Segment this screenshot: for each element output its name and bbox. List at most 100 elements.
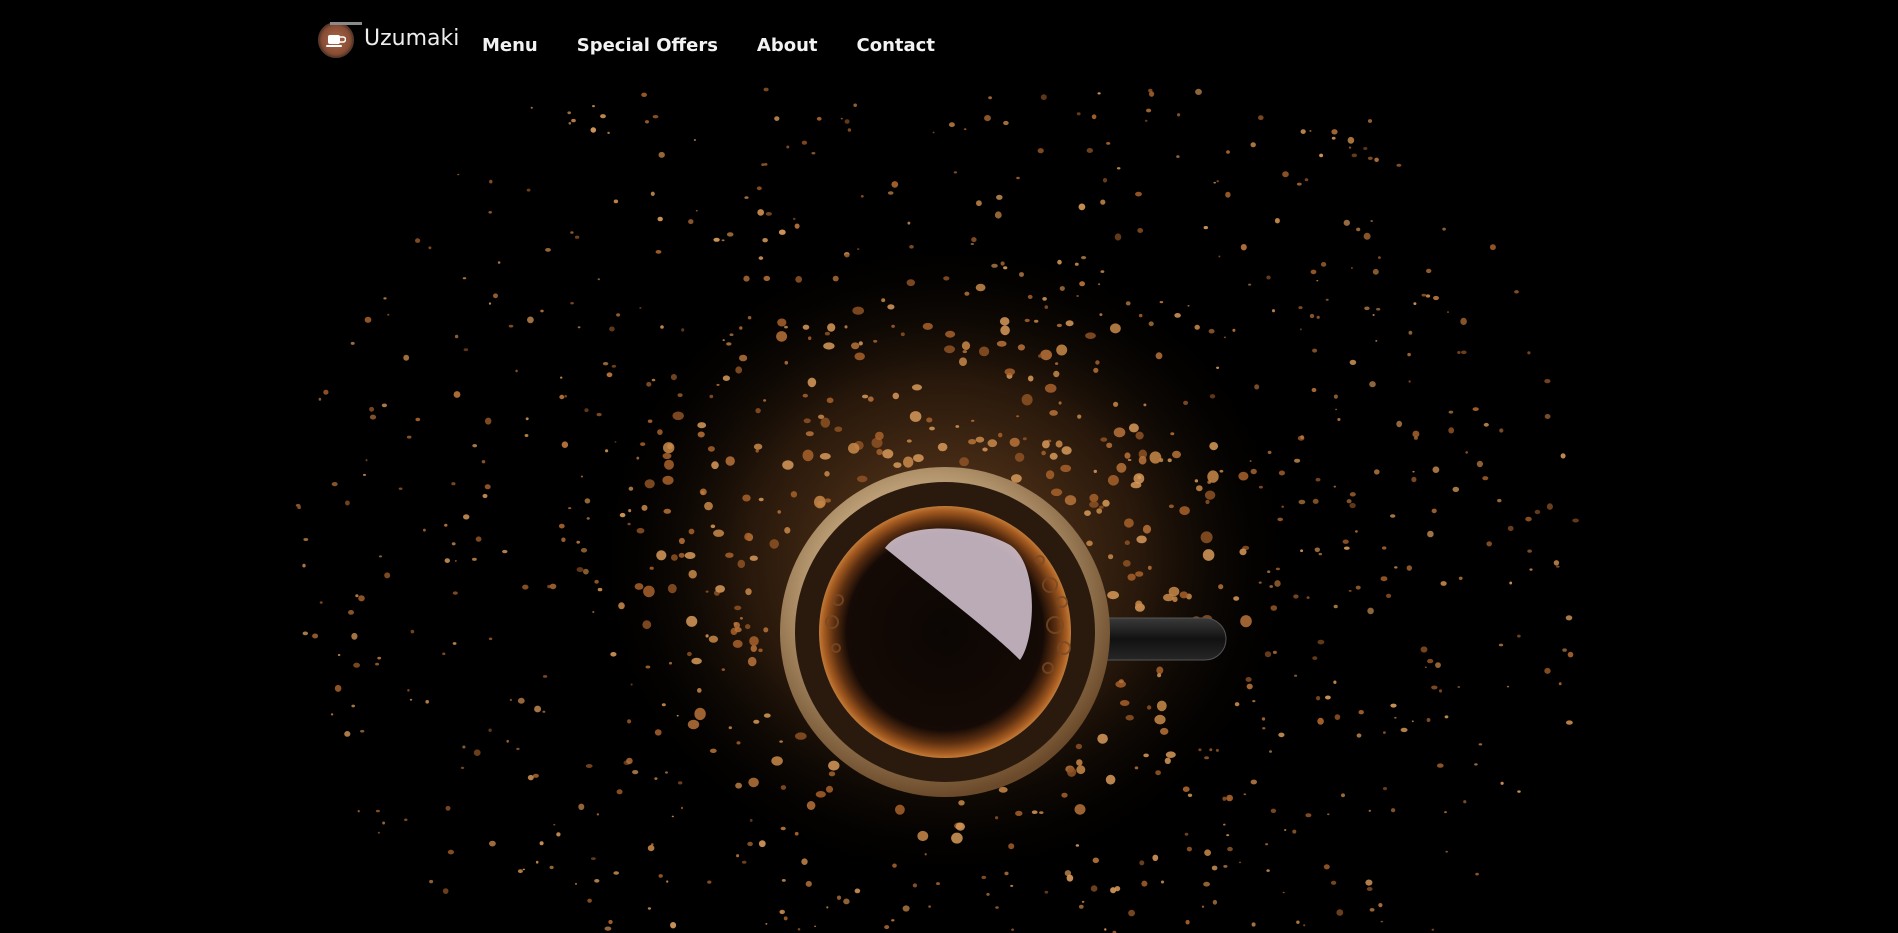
coffee-ground <box>1498 643 1504 647</box>
coffee-ground <box>1066 874 1074 882</box>
coffee-ground <box>1204 490 1216 500</box>
brand-name: Uzumaki <box>364 25 460 51</box>
coffee-ground <box>750 645 757 652</box>
nav-contact-link[interactable]: Contact <box>857 35 935 56</box>
coffee-ground <box>710 524 716 529</box>
coffee-ground <box>994 211 1002 219</box>
coffee-ground <box>936 882 940 886</box>
coffee-ground <box>658 151 665 158</box>
coffee-ground <box>774 116 780 121</box>
coffee-ground <box>369 414 377 420</box>
coffee-ground <box>1376 307 1381 311</box>
coffee-ground <box>887 304 895 310</box>
coffee-ground <box>473 749 481 756</box>
coffee-ground <box>695 210 698 212</box>
coffee-ground <box>1027 375 1034 382</box>
coffee-ground <box>1135 191 1142 197</box>
coffee-ground <box>574 235 580 239</box>
coffee-ground <box>493 293 498 299</box>
coffee-ground <box>784 360 789 365</box>
coffee-ground <box>677 393 683 397</box>
coffee-ground <box>1226 834 1230 837</box>
coffee-ground <box>636 527 645 534</box>
coffee-ground <box>484 484 491 490</box>
coffee-ground <box>1074 804 1086 815</box>
coffee-ground <box>725 552 734 558</box>
coffee-ground <box>1124 452 1131 459</box>
coffee-ground <box>1483 422 1489 427</box>
coffee-ground <box>1372 314 1375 316</box>
coffee-ground <box>1316 315 1320 319</box>
coffee-ground <box>778 229 786 235</box>
coffee-ground <box>1267 450 1272 455</box>
coffee-ground <box>875 431 884 441</box>
coffee-ground <box>463 348 469 352</box>
coffee-ground <box>1544 667 1551 674</box>
coffee-ground <box>1298 499 1306 505</box>
coffee-ground <box>1432 466 1440 474</box>
coffee-ground <box>1272 650 1277 655</box>
coffee-ground <box>1411 720 1414 723</box>
coffee-ground <box>539 841 544 846</box>
coffee-ground <box>922 322 933 330</box>
coffee-ground <box>1390 514 1396 518</box>
coffee-ground <box>1128 423 1139 433</box>
nav-menu-link[interactable]: Menu <box>482 35 538 56</box>
hero-coffee-image <box>0 0 1898 933</box>
coffee-ground <box>820 417 831 428</box>
coffee-ground <box>756 186 762 191</box>
coffee-ground <box>824 498 832 503</box>
coffee-ground <box>1560 453 1566 459</box>
coffee-ground <box>643 585 655 598</box>
coffee-ground <box>676 714 679 717</box>
coffee-ground <box>1372 268 1379 275</box>
coffee-ground <box>988 96 992 100</box>
coffee-ground <box>1022 437 1027 441</box>
coffee-ground <box>779 740 783 743</box>
brand-link[interactable]: Uzumaki <box>318 22 459 58</box>
nav-about-link[interactable]: About <box>757 35 818 56</box>
coffee-ground <box>454 560 457 562</box>
coffee-ground <box>1553 560 1560 566</box>
coffee-ground <box>1016 415 1020 418</box>
coffee-ground <box>1000 325 1010 336</box>
coffee-ground <box>319 601 323 604</box>
coffee-ground <box>1386 593 1392 599</box>
coffee-ground <box>663 442 675 454</box>
coffee-ground <box>398 487 403 490</box>
coffee-ground <box>805 880 812 887</box>
coffee-ground <box>1106 442 1113 448</box>
coffee-ground <box>1049 452 1058 460</box>
coffee-ground <box>1269 750 1272 753</box>
coffee-ground <box>1383 787 1387 791</box>
coffee-ground <box>1124 518 1134 528</box>
coffee-ground <box>472 444 478 448</box>
coffee-ground <box>568 122 572 125</box>
coffee-ground <box>1567 651 1574 658</box>
coffee-ground <box>1444 715 1449 719</box>
coffee-ground <box>862 394 869 399</box>
coffee-ground <box>1562 648 1567 652</box>
coffee-ground <box>937 442 948 452</box>
coffee-ground <box>823 342 835 350</box>
coffee-ground <box>1147 565 1152 570</box>
coffee-ground <box>485 417 492 425</box>
coffee-ground <box>1102 178 1108 183</box>
coffee-ground <box>1529 568 1533 571</box>
coffee-ground <box>1017 344 1025 351</box>
coffee-ground <box>1300 549 1304 552</box>
coffee-ground <box>1201 905 1205 908</box>
coffee-ground <box>1249 460 1252 462</box>
coffee-ground <box>1139 860 1145 866</box>
coffee-ground <box>1431 508 1437 514</box>
coffee-ground <box>1056 344 1068 356</box>
coffee-ground <box>747 841 753 847</box>
coffee-ground <box>834 426 843 432</box>
coffee-ground <box>955 425 960 428</box>
coffee-ground <box>744 196 749 199</box>
coffee-ground <box>1472 407 1479 411</box>
coffee-ground <box>619 512 626 518</box>
coffee-ground <box>632 770 639 775</box>
nav-special-offers-link[interactable]: Special Offers <box>577 35 718 56</box>
coffee-ground <box>568 507 572 510</box>
